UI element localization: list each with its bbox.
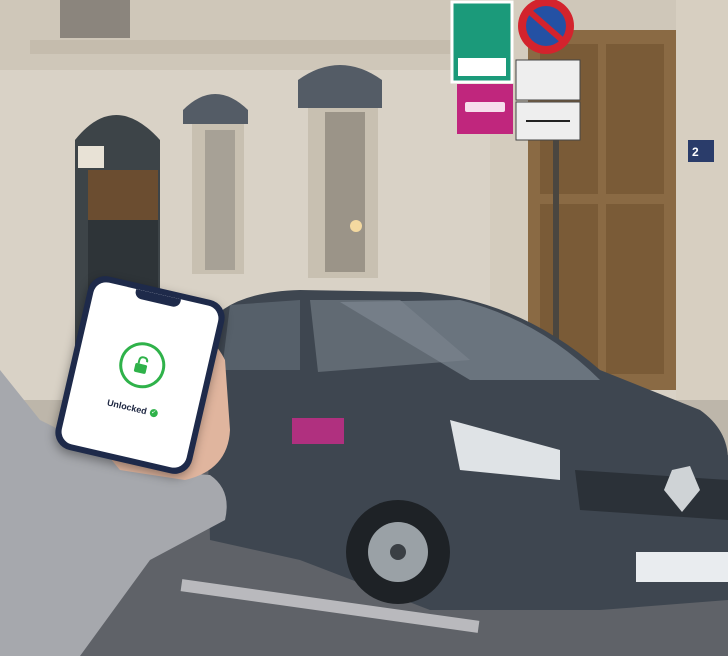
unlock-status-text: Unlocked (106, 397, 148, 417)
unlock-status-row: Unlocked ✓ (69, 389, 196, 428)
padlock-glyph (133, 356, 149, 374)
car-brand-decal (292, 418, 344, 444)
check-icon: ✓ (148, 408, 159, 418)
phone-notch (134, 288, 182, 309)
svg-text:2: 2 (692, 145, 699, 159)
unlocked-padlock-icon[interactable] (114, 337, 170, 393)
photo-scene: 2 Unlocked ✓ (0, 0, 728, 656)
license-plate (636, 552, 728, 582)
